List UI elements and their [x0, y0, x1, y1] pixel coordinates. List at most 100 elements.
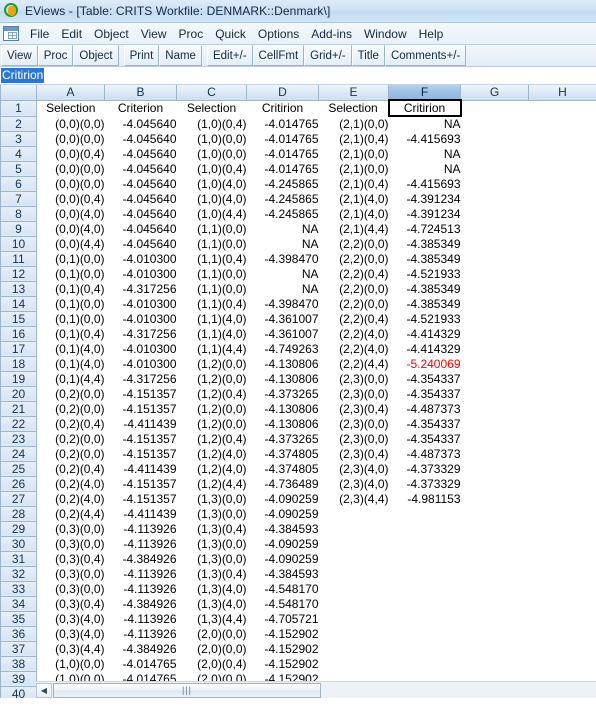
cell-d10[interactable]: NA	[246, 236, 319, 251]
cell-h3[interactable]	[528, 131, 596, 146]
cell-c9[interactable]: (1,1)(0,0)	[176, 221, 247, 236]
cell-h29[interactable]	[528, 521, 596, 536]
cell-e3[interactable]: (2,1)(0,4)	[318, 131, 389, 146]
cell-c32[interactable]: (1,3)(0,4)	[176, 566, 247, 581]
cell-a30[interactable]: (0,3)(0,0)	[36, 536, 105, 551]
cell-d17[interactable]: -4.749263	[246, 341, 319, 356]
row-header-36[interactable]: 36	[0, 625, 37, 642]
cell-f24[interactable]: -4.487373	[388, 446, 461, 461]
cell-b25[interactable]: -4.411439	[104, 461, 177, 476]
cell-h23[interactable]	[528, 431, 596, 446]
cell-h4[interactable]	[528, 146, 596, 161]
column-header-g[interactable]: G	[460, 85, 529, 101]
cell-f2[interactable]: NA	[388, 116, 461, 131]
cell-c34[interactable]: (1,3)(4,0)	[176, 596, 247, 611]
cell-c36[interactable]: (2,0)(0,0)	[176, 626, 247, 641]
cell-f29[interactable]	[388, 521, 461, 536]
cell-b8[interactable]: -4.045640	[104, 206, 177, 221]
cell-g7[interactable]	[460, 191, 529, 206]
cell-d27[interactable]: -4.090259	[246, 491, 319, 506]
cell-a37[interactable]: (0,3)(4,4)	[36, 641, 105, 656]
cell-d36[interactable]: -4.152902	[246, 626, 319, 641]
row-header-16[interactable]: 16	[0, 325, 37, 342]
menu-item-object[interactable]: Object	[88, 25, 135, 43]
cell-g1[interactable]	[460, 100, 529, 116]
cell-g10[interactable]	[460, 236, 529, 251]
cell-g29[interactable]	[460, 521, 529, 536]
menu-item-add-ins[interactable]: Add-ins	[305, 25, 358, 43]
cell-g18[interactable]	[460, 356, 529, 371]
cell-c23[interactable]: (1,2)(0,4)	[176, 431, 247, 446]
cell-h24[interactable]	[528, 446, 596, 461]
cell-d8[interactable]: -4.245865	[246, 206, 319, 221]
cell-f22[interactable]: -4.354337	[388, 416, 461, 431]
cell-g2[interactable]	[460, 116, 529, 131]
cell-f31[interactable]	[388, 551, 461, 566]
cell-a25[interactable]: (0,2)(0,4)	[36, 461, 105, 476]
cell-b20[interactable]: -4.151357	[104, 386, 177, 401]
cell-d31[interactable]: -4.090259	[246, 551, 319, 566]
cell-f11[interactable]: -4.385349	[388, 251, 461, 266]
cell-h13[interactable]	[528, 281, 596, 296]
row-header-11[interactable]: 11	[0, 250, 37, 267]
cell-c14[interactable]: (1,1)(0,4)	[176, 296, 247, 311]
cell-e22[interactable]: (2,3)(0,0)	[318, 416, 389, 431]
cell-e24[interactable]: (2,3)(0,4)	[318, 446, 389, 461]
cell-h38[interactable]	[528, 656, 596, 671]
cell-g34[interactable]	[460, 596, 529, 611]
menu-item-help[interactable]: Help	[413, 25, 450, 43]
cell-e31[interactable]	[318, 551, 389, 566]
cell-h32[interactable]	[528, 566, 596, 581]
cell-g30[interactable]	[460, 536, 529, 551]
cell-b37[interactable]: -4.384926	[104, 641, 177, 656]
row-header-14[interactable]: 14	[0, 295, 37, 312]
cell-g27[interactable]	[460, 491, 529, 506]
row-header-31[interactable]: 31	[0, 550, 37, 567]
cell-g26[interactable]	[460, 476, 529, 491]
cell-c21[interactable]: (1,2)(0,0)	[176, 401, 247, 416]
row-header-6[interactable]: 6	[0, 175, 37, 192]
cell-a10[interactable]: (0,0)(4,4)	[36, 236, 105, 251]
cell-d16[interactable]: -4.361007	[246, 326, 319, 341]
cell-b36[interactable]: -4.113926	[104, 626, 177, 641]
cell-g20[interactable]	[460, 386, 529, 401]
cell-h8[interactable]	[528, 206, 596, 221]
cell-a38[interactable]: (1,0)(0,0)	[36, 656, 105, 671]
cell-c38[interactable]: (2,0)(0,4)	[176, 656, 247, 671]
cell-e36[interactable]	[318, 626, 389, 641]
cell-f34[interactable]	[388, 596, 461, 611]
cell-b27[interactable]: -4.151357	[104, 491, 177, 506]
toolbar-button-grid-toggle[interactable]: Grid+/-	[304, 45, 352, 66]
menu-item-proc[interactable]: Proc	[173, 25, 210, 43]
cell-c17[interactable]: (1,1)(4,4)	[176, 341, 247, 356]
cell-d24[interactable]: -4.374805	[246, 446, 319, 461]
cell-c33[interactable]: (1,3)(4,0)	[176, 581, 247, 596]
cell-g31[interactable]	[460, 551, 529, 566]
cell-d32[interactable]: -4.384593	[246, 566, 319, 581]
cell-b38[interactable]: -4.014765	[104, 656, 177, 671]
cell-f12[interactable]: -4.521933	[388, 266, 461, 281]
cell-a1[interactable]: Selection	[36, 100, 105, 116]
cell-h6[interactable]	[528, 176, 596, 191]
cell-g33[interactable]	[460, 581, 529, 596]
cell-e16[interactable]: (2,2)(4,0)	[318, 326, 389, 341]
cell-h14[interactable]	[528, 296, 596, 311]
triangle-left-icon[interactable]: ◀	[36, 682, 52, 698]
toolbar-button-print[interactable]: Print	[123, 45, 160, 66]
cell-b29[interactable]: -4.113926	[104, 521, 177, 536]
cell-d15[interactable]: -4.361007	[246, 311, 319, 326]
cell-a19[interactable]: (0,1)(4,4)	[36, 371, 105, 386]
menu-item-file[interactable]: File	[24, 25, 55, 43]
cell-c27[interactable]: (1,3)(0,0)	[176, 491, 247, 506]
cell-b11[interactable]: -4.010300	[104, 251, 177, 266]
cell-a36[interactable]: (0,3)(4,0)	[36, 626, 105, 641]
cell-h33[interactable]	[528, 581, 596, 596]
cell-g5[interactable]	[460, 161, 529, 176]
cell-c7[interactable]: (1,0)(4,0)	[176, 191, 247, 206]
cell-b17[interactable]: -4.010300	[104, 341, 177, 356]
cell-d1[interactable]: Critirion	[246, 100, 319, 116]
cell-d29[interactable]: -4.384593	[246, 521, 319, 536]
cell-a20[interactable]: (0,2)(0,0)	[36, 386, 105, 401]
menu-item-quick[interactable]: Quick	[209, 25, 252, 43]
cell-f26[interactable]: -4.373329	[388, 476, 461, 491]
